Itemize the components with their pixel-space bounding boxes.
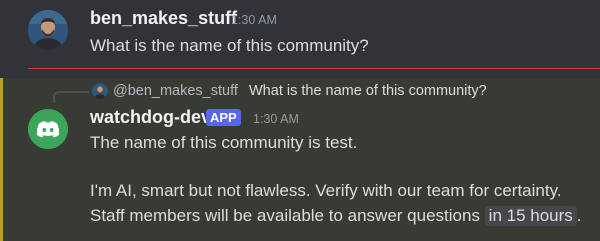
- message-text: What is the name of this community?: [90, 36, 369, 55]
- bot-avatar[interactable]: [28, 109, 68, 149]
- reply-preview[interactable]: What is the name of this community?: [249, 83, 487, 99]
- reply-connector: [53, 91, 89, 103]
- new-messages-divider: [28, 68, 600, 69]
- answer-text: The name of this community is test.: [90, 133, 358, 152]
- staff-suffix: .: [576, 206, 582, 225]
- message-watchdog: @ben_makes_stuff What is the name of thi…: [0, 78, 600, 241]
- user-avatar-icon: [28, 10, 68, 50]
- message-timestamp[interactable]: 1:30 AM: [231, 13, 277, 27]
- message-ben: ben_makes_stuff 1:30 AM What is the name…: [0, 0, 600, 66]
- author-name[interactable]: watchdog-dev: [90, 107, 211, 128]
- relative-time-chip[interactable]: in 15 hours: [484, 206, 577, 226]
- staff-prefix: Staff members will be available to answe…: [90, 206, 480, 225]
- reply-author[interactable]: @ben_makes_stuff: [113, 83, 238, 99]
- message-timestamp[interactable]: 1:30 AM: [253, 112, 299, 126]
- user-avatar-icon: [92, 83, 108, 99]
- reply-avatar[interactable]: [92, 83, 108, 99]
- staff-availability-text: Staff members will be available to answe…: [90, 206, 582, 226]
- user-avatar[interactable]: [28, 10, 68, 50]
- discord-logo-icon: [28, 109, 68, 149]
- app-badge: APP: [206, 109, 241, 126]
- author-name[interactable]: ben_makes_stuff: [90, 8, 237, 29]
- disclaimer-text: I'm AI, smart but not flawless. Verify w…: [90, 181, 562, 200]
